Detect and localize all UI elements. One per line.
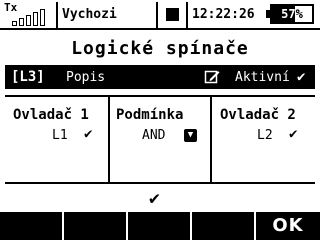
check-icon: ✔ (297, 69, 306, 85)
check-icon: ✔ (289, 126, 298, 142)
stop-icon (166, 8, 179, 21)
clock: 12:22:26 (192, 7, 255, 22)
grid-divider (210, 97, 212, 182)
check-icon: ✔ (84, 126, 93, 142)
softkey-divider (190, 212, 192, 240)
control2-label: Ovladač 2 (220, 107, 296, 123)
switch-config-grid: Ovladač 1 L1 ✔ Podmínka AND ▼ Ovladač 2 … (5, 95, 315, 184)
control2-value[interactable]: L2 (257, 128, 273, 143)
switch-name: Popis (66, 70, 106, 85)
softkey-bar: OK (0, 212, 320, 240)
status-divider (56, 2, 58, 28)
softkey-divider (62, 212, 64, 240)
status-divider (156, 2, 158, 28)
battery-percent: 57% (281, 7, 303, 21)
status-bar: Tx Vychozi 12:22:26 57% (0, 0, 320, 30)
selected-switch-row[interactable]: [L3] Popis Aktivní ✔ (5, 65, 315, 89)
switch-id: [L3] (11, 69, 45, 85)
condition-value[interactable]: AND (142, 128, 165, 143)
control1-label: Ovladač 1 (13, 107, 89, 123)
dropdown-down-icon[interactable]: ▼ (184, 129, 197, 142)
battery-icon: 57% (270, 4, 314, 24)
control1-value[interactable]: L1 (52, 128, 68, 143)
page-title: Logické spínače (71, 38, 249, 59)
condition-label: Podmínka (116, 107, 184, 123)
ok-button[interactable]: OK (256, 212, 320, 240)
softkey-divider (126, 212, 128, 240)
grid-divider (108, 97, 110, 182)
switch-state: Aktivní (235, 70, 290, 85)
confirm-check-icon[interactable]: ✔ (149, 188, 160, 209)
status-divider (186, 2, 188, 28)
model-name[interactable]: Vychozi (62, 7, 117, 22)
signal-strength-icon (12, 8, 48, 26)
edit-icon[interactable] (204, 69, 220, 85)
